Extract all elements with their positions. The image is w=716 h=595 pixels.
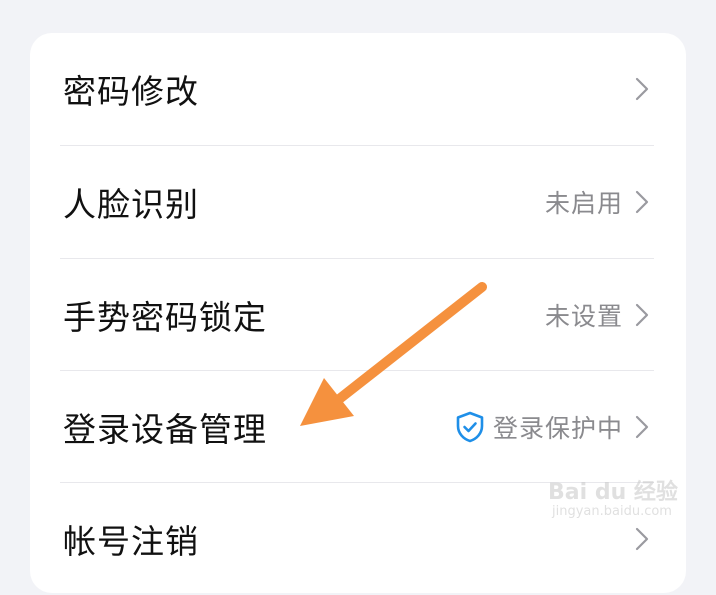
status-text: 未设置 <box>544 302 623 331</box>
row-label: 登录设备管理 <box>63 410 267 449</box>
row-accessory <box>635 527 649 551</box>
row-accessory <box>635 77 649 101</box>
settings-row-gesture-lock[interactable]: 手势密码锁定 未设置 <box>30 259 686 371</box>
shield-check-icon <box>456 411 484 443</box>
chevron-right-icon <box>635 190 649 214</box>
row-accessory: 登录保护中 <box>455 409 649 445</box>
status-text: 登录保护中 <box>492 414 623 443</box>
row-label: 手势密码锁定 <box>63 298 267 337</box>
chevron-right-icon <box>635 77 649 101</box>
settings-row-account-deletion[interactable]: 帐号注销 <box>30 483 686 595</box>
chevron-right-icon <box>635 415 649 439</box>
row-label: 帐号注销 <box>63 522 199 561</box>
chevron-right-icon <box>635 527 649 551</box>
chevron-right-icon <box>635 303 649 327</box>
settings-row-face-recognition[interactable]: 人脸识别 未启用 <box>30 146 686 258</box>
security-settings-card: 密码修改 人脸识别 未启用 手势密码锁定 未设置 登录设备管理 登录保护中 帐号… <box>30 33 686 593</box>
row-accessory: 未启用 <box>545 184 649 220</box>
row-label: 密码修改 <box>63 72 199 111</box>
settings-row-password-change[interactable]: 密码修改 <box>30 33 686 145</box>
row-label: 人脸识别 <box>63 185 199 224</box>
row-accessory: 未设置 <box>545 297 649 333</box>
status-text: 未启用 <box>544 189 623 218</box>
settings-row-device-management[interactable]: 登录设备管理 登录保护中 <box>30 371 686 483</box>
